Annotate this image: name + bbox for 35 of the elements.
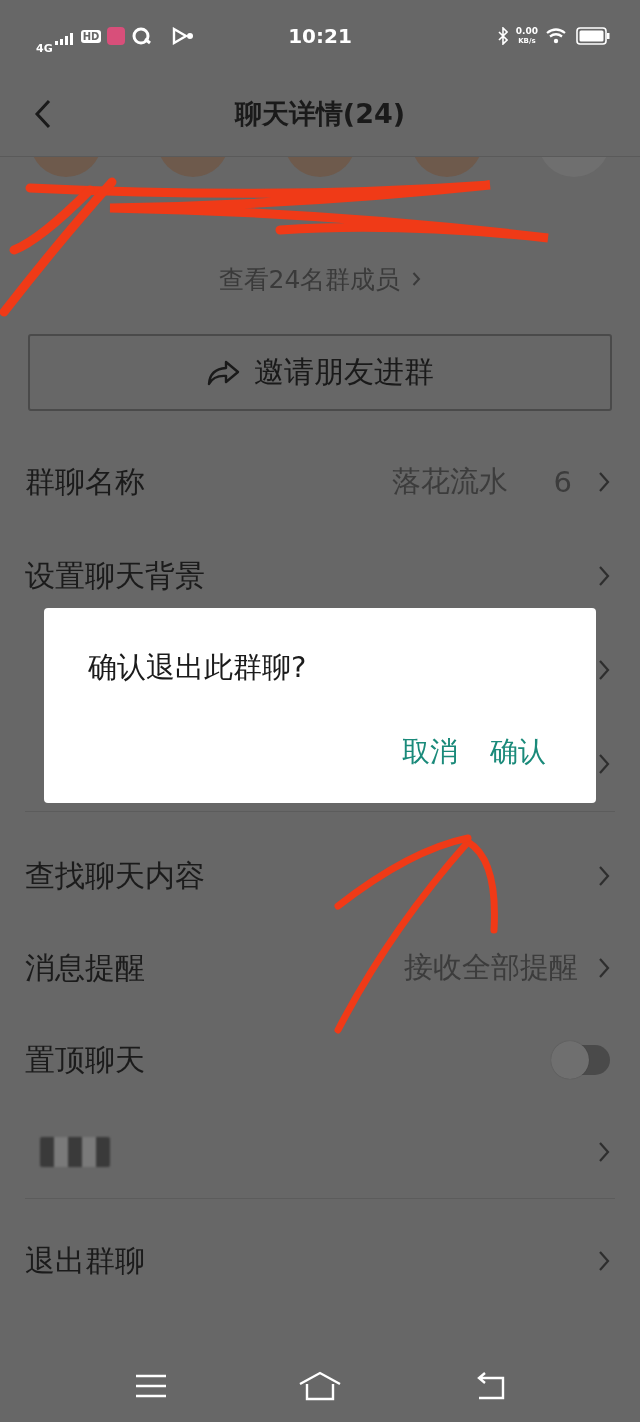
setting-label[interactable]: 查找聊天内容	[25, 855, 205, 897]
setting-label[interactable]: 置顶聊天	[25, 1039, 145, 1081]
chevron-right-icon[interactable]	[598, 865, 610, 887]
battery-icon	[576, 27, 610, 45]
network-speed: 0.00	[515, 26, 538, 36]
chevron-right-icon[interactable]	[598, 659, 610, 681]
back-icon[interactable]	[34, 99, 52, 129]
dialog-action[interactable]: 取消	[396, 729, 464, 775]
hd-badge: HD	[80, 29, 102, 43]
chevron-right-icon[interactable]	[598, 753, 610, 775]
dialog-action[interactable]: 确认	[484, 729, 552, 775]
app-icon	[107, 27, 126, 45]
chevron-right-icon	[412, 271, 422, 287]
clock-time: 10:21	[287, 24, 353, 48]
page-title: 聊天详情(24)	[234, 97, 406, 131]
blurred-label	[40, 1137, 110, 1167]
wifi-icon	[546, 28, 568, 44]
dialog-message: 确认退出此群聊?	[88, 649, 308, 686]
setting-label[interactable]: 群聊名称	[25, 461, 145, 503]
setting-label[interactable]: 设置聊天背景	[25, 555, 205, 597]
chevron-right-icon[interactable]	[598, 957, 610, 979]
signal-icon	[54, 33, 75, 45]
setting-label[interactable]: 退出群聊	[25, 1240, 145, 1282]
chevron-right-icon[interactable]	[598, 1141, 610, 1163]
home-icon[interactable]	[298, 1371, 342, 1401]
chevron-right-icon[interactable]	[598, 471, 610, 493]
bluetooth-icon	[497, 27, 508, 45]
share-icon	[206, 359, 240, 386]
invite-friends-button[interactable]: 邀请朋友进群	[28, 334, 612, 411]
menu-icon[interactable]	[135, 1373, 168, 1399]
play-icon	[171, 27, 196, 45]
setting-label[interactable]: 消息提醒	[25, 947, 145, 989]
chevron-right-icon[interactable]	[598, 565, 610, 587]
chevron-right-icon[interactable]	[598, 1250, 610, 1272]
network-type: 4G	[36, 41, 53, 55]
